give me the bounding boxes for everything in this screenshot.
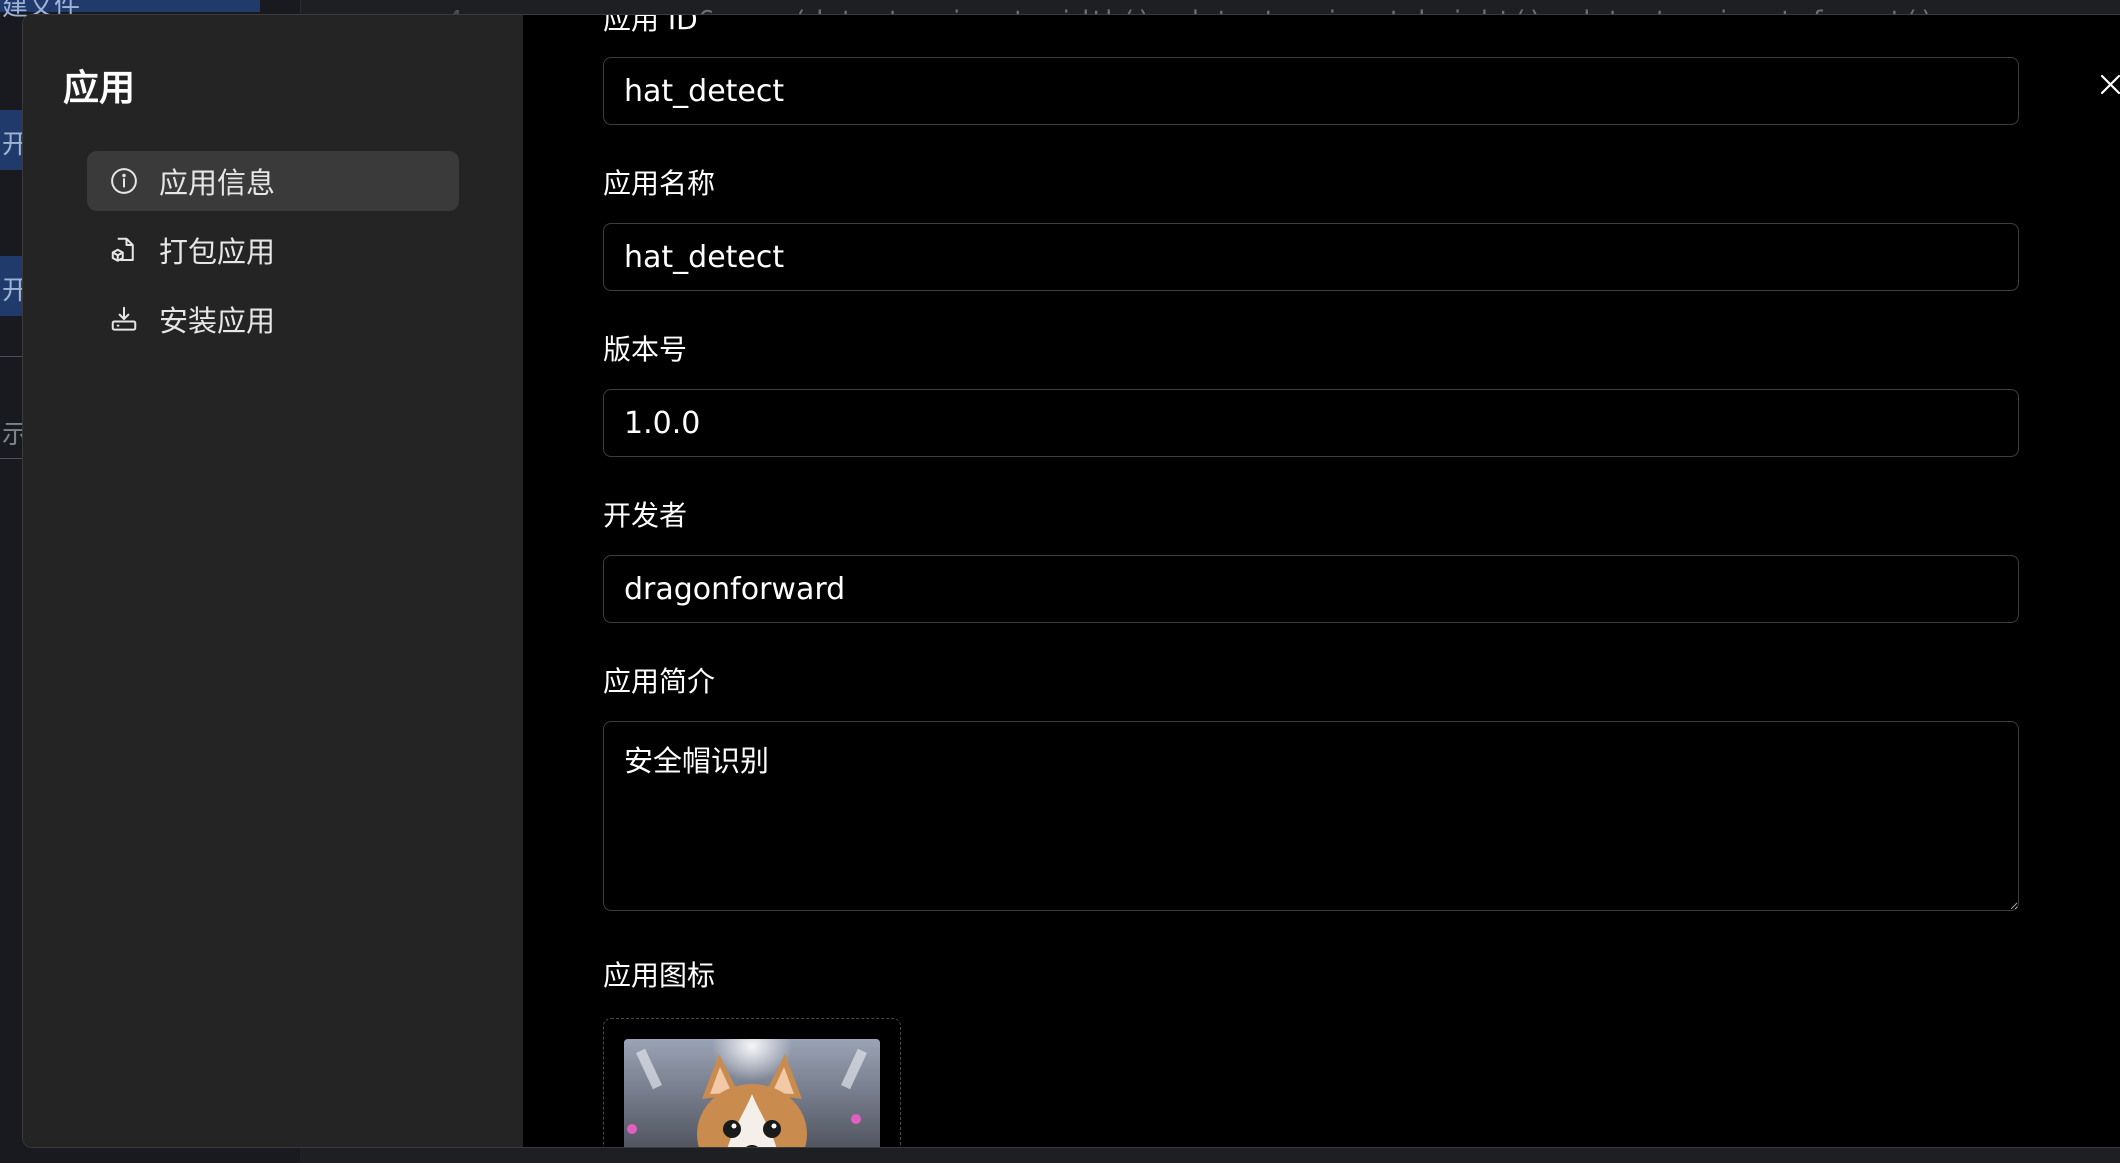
nav-item-install-app[interactable]: 安装应用 [87,289,459,349]
app-id-input[interactable] [603,57,2019,125]
close-button[interactable] [2081,63,2120,103]
description-textarea[interactable]: 安全帽识别 [603,721,2019,911]
app-id-label: 应用 ID [603,15,698,36]
nav-item-app-info[interactable]: 应用信息 [87,151,459,211]
version-input[interactable] [603,389,2019,457]
editor-code-line: 4cam = camera.Camera(detector.input_widt… [300,0,2120,14]
developer-input[interactable] [603,555,2019,623]
app-icon-preview-image [624,1039,880,1147]
nav-item-label: 应用信息 [159,166,276,200]
nav-item-package-app[interactable]: 打包应用 [87,220,459,280]
dialog-nav-panel: 应用 应用信息 打包应用 安装应用 [23,15,523,1147]
app-icon-label: 应用图标 [603,959,716,992]
version-label: 版本号 [603,333,688,366]
nav-item-label: 打包应用 [159,235,276,269]
editor-sidebar-divider [0,356,22,357]
code-line-text: cam = camera.Camera(detector.input_width… [495,6,1935,14]
close-icon [2097,71,2120,95]
app-name-label: 应用名称 [603,167,716,200]
app-icon-upload[interactable] [603,1018,901,1147]
app-settings-dialog: 应用 应用信息 打包应用 安装应用 应用 ID hat_detect 应用名称 … [22,14,2120,1148]
description-label: 应用简介 [603,665,716,698]
app-info-form: 应用 ID 应用名称 版本号 开发者 应用简介 安全帽识别 应用图标 [523,15,2120,1147]
package-icon [109,235,139,265]
editor-status-strip [300,1146,2120,1163]
nav-item-label: 安装应用 [159,304,276,338]
install-download-icon [109,304,139,334]
editor-sidebar-divider [0,458,22,459]
app-name-input[interactable] [603,223,2019,291]
info-circle-icon [109,166,139,196]
developer-label: 开发者 [603,499,688,532]
dialog-title: 应用 [63,68,136,109]
